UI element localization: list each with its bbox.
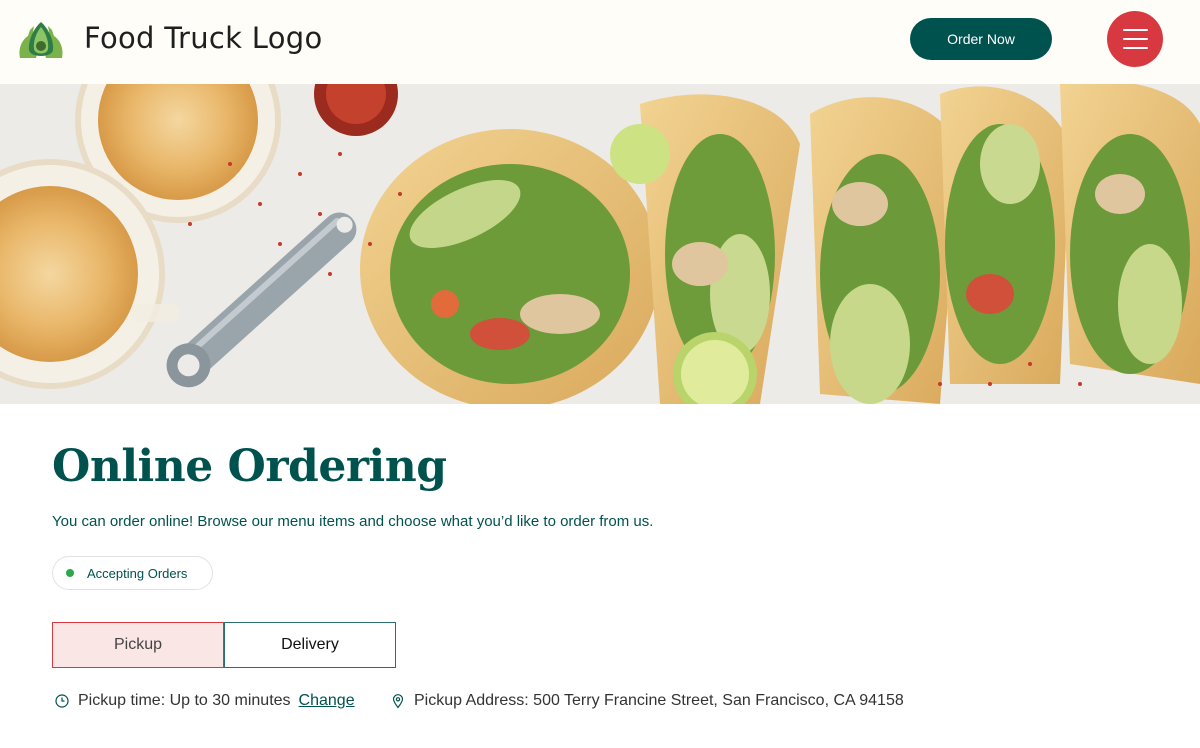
page-subtitle: You can order online! Browse our menu it… (52, 513, 654, 530)
pickup-time-row: Pickup time: Up to 30 minutes Change (54, 690, 355, 712)
tab-delivery[interactable]: Delivery (224, 622, 396, 668)
location-pin-icon (390, 693, 406, 709)
status-badge: Accepting Orders (52, 556, 213, 590)
pickup-address-text: Pickup Address: 500 Terry Francine Stree… (414, 692, 904, 709)
status-text: Accepting Orders (87, 565, 188, 581)
logo-text[interactable]: Food Truck Logo (84, 21, 323, 55)
order-now-button[interactable]: Order Now (910, 18, 1052, 60)
tacos-hero-image (0, 84, 1200, 404)
tab-pickup[interactable]: Pickup (52, 622, 224, 668)
status-dot-icon (66, 569, 74, 577)
clock-icon (54, 693, 70, 709)
site-header: Food Truck Logo Order Now (0, 0, 1200, 84)
menu-line (1122, 29, 1148, 31)
page-title: Online Ordering (52, 441, 447, 492)
pickup-address-row: Pickup Address: 500 Terry Francine Stree… (390, 690, 904, 712)
avocado-icon[interactable] (16, 18, 66, 62)
hamburger-menu-icon[interactable] (1107, 11, 1163, 67)
menu-line (1122, 47, 1148, 49)
menu-line (1122, 38, 1148, 40)
change-pickup-link[interactable]: Change (299, 692, 355, 710)
pickup-time-text: Pickup time: Up to 30 minutes (78, 692, 291, 709)
